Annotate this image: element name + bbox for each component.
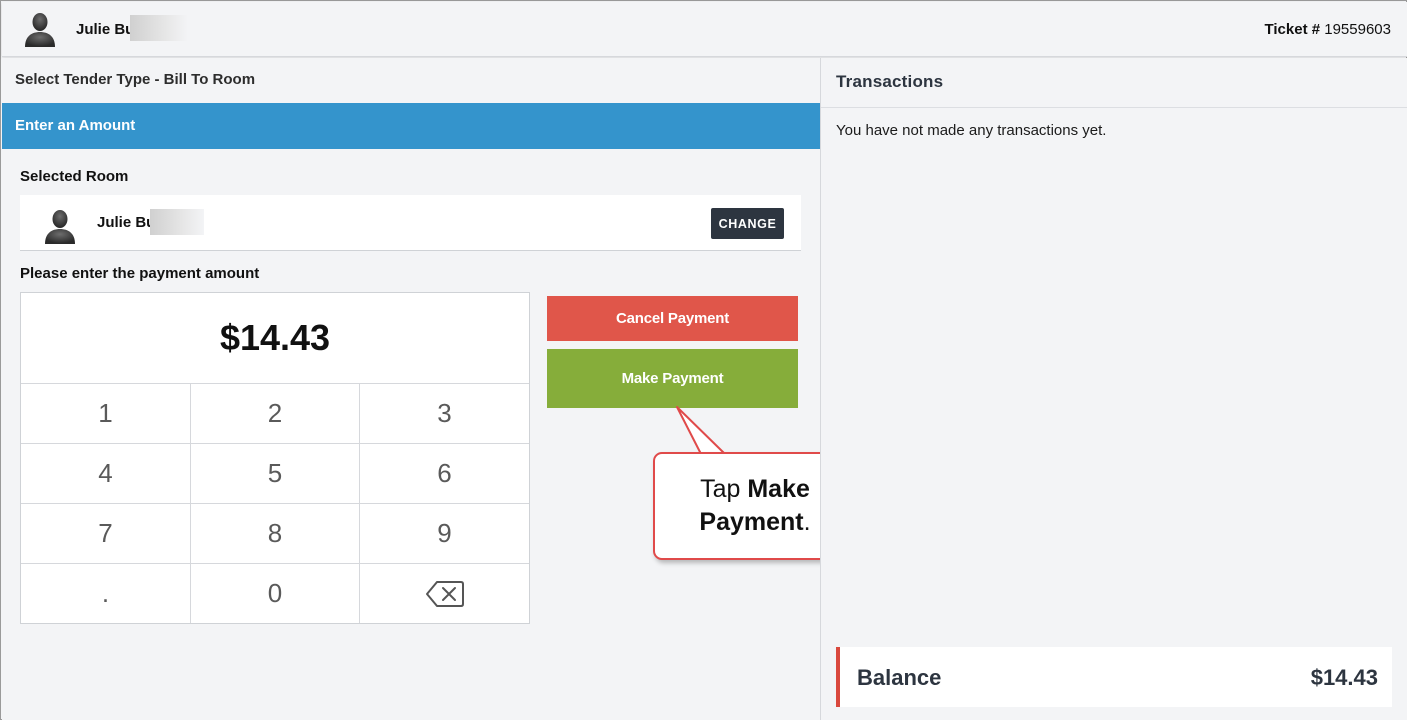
balance-label: Balance <box>857 665 942 690</box>
user-name: Julie Bu <box>76 21 135 38</box>
ticket-label: Ticket # <box>1264 21 1321 38</box>
room-user-name: Julie Bu <box>97 214 156 231</box>
amount-keypad: $14.43 1 2 3 4 5 6 7 8 9 . 0 <box>20 292 530 624</box>
enter-amount-bar: Enter an Amount <box>2 103 820 149</box>
key-0[interactable]: 0 <box>191 564 360 623</box>
ticket-info: Ticket # 19559603 <box>1264 21 1391 38</box>
transactions-title: Transactions <box>836 72 944 91</box>
balance-card: Balance $14.43 <box>836 647 1392 707</box>
key-9[interactable]: 9 <box>360 504 529 564</box>
redacted-surname <box>130 15 188 41</box>
room-user-avatar-icon <box>45 210 75 244</box>
make-payment-button[interactable]: Make Payment <box>547 349 798 408</box>
key-6[interactable]: 6 <box>360 444 529 504</box>
key-8[interactable]: 8 <box>191 504 360 564</box>
tender-title: Select Tender Type - Bill To Room <box>15 71 256 88</box>
callout-pointer <box>676 406 726 455</box>
ticket-number: 19559603 <box>1324 21 1391 38</box>
selected-room-label: Selected Room <box>20 168 129 185</box>
transactions-empty-message: You have not made any transactions yet. <box>836 122 1107 139</box>
callout-prefix: Tap <box>700 475 748 503</box>
user-avatar-icon <box>25 13 55 47</box>
balance-value: $14.43 <box>1310 665 1378 690</box>
app-frame: Julie Bu Ticket # 19559603 Select Tender… <box>0 0 1407 720</box>
key-3[interactable]: 3 <box>360 384 529 444</box>
tender-panel: Select Tender Type - Bill To Room Enter … <box>2 58 820 720</box>
key-decimal[interactable]: . <box>21 564 191 623</box>
key-1[interactable]: 1 <box>21 384 191 444</box>
key-7[interactable]: 7 <box>21 504 191 564</box>
payment-amount-label: Please enter the payment amount <box>20 265 260 282</box>
redacted-room-surname <box>150 209 204 235</box>
backspace-icon <box>425 580 464 607</box>
change-room-button[interactable]: CHANGE <box>711 208 784 239</box>
amount-display: $14.43 <box>21 293 529 384</box>
key-4[interactable]: 4 <box>21 444 191 504</box>
selected-room-card: Julie Bu CHANGE <box>20 195 801 251</box>
enter-amount-title: Enter an Amount <box>15 117 136 134</box>
cancel-payment-button[interactable]: Cancel Payment <box>547 296 798 341</box>
key-5[interactable]: 5 <box>191 444 360 504</box>
top-bar: Julie Bu Ticket # 19559603 <box>2 2 1407 57</box>
transactions-divider <box>821 107 1407 108</box>
keypad-grid: 1 2 3 4 5 6 7 8 9 . 0 <box>21 384 529 623</box>
transactions-panel: Transactions You have not made any trans… <box>821 58 1407 720</box>
key-2[interactable]: 2 <box>191 384 360 444</box>
key-backspace[interactable] <box>360 564 529 623</box>
callout-suffix: . <box>803 508 811 536</box>
